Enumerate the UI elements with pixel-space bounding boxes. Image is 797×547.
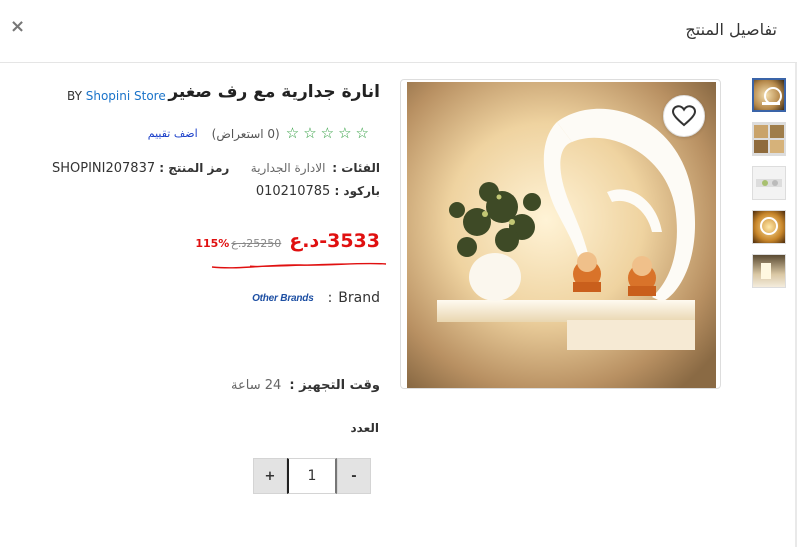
barcode-row: باركود : 010210785	[256, 184, 380, 199]
current-price: 3533-د.ع	[289, 230, 380, 252]
by-label: BY	[67, 89, 82, 103]
brand-logo[interactable]: Other Brands	[252, 293, 314, 304]
thumbnail-room-graphic	[761, 263, 771, 279]
favorite-button[interactable]	[663, 95, 705, 137]
brand-row: Brand : Other Brands	[252, 290, 380, 306]
thumbnail-lamp-graphic	[762, 87, 782, 105]
star-outline-icon[interactable]: ☆	[338, 126, 351, 141]
thumbnail-white-graphic	[756, 179, 782, 187]
quantity-input[interactable]	[287, 458, 337, 494]
preparation-time-label: وقت التجهيز :	[289, 378, 380, 393]
product-details-modal: × تفاصيل المنتج انارة جدارية مع رف صغير …	[0, 0, 797, 547]
categories-label: الفئات :	[332, 161, 380, 175]
thumbnail-glow-graphic	[760, 217, 778, 235]
sku-row: رمز المنتج : SHOPINI207837	[52, 161, 229, 176]
add-review-link[interactable]: اضف تقييم	[148, 127, 198, 140]
categories-row: الفئات : الادارة الجدارية	[251, 161, 380, 175]
sku-value: SHOPINI207837	[52, 161, 156, 176]
quantity-decrease-button[interactable]: -	[337, 458, 371, 494]
heart-outline-icon	[672, 105, 696, 127]
thumbnail-2[interactable]	[752, 122, 786, 156]
star-outline-icon[interactable]: ☆	[286, 126, 299, 141]
thumbnail-list	[752, 78, 788, 298]
preparation-time-row: وقت التجهيز : 24 ساعة	[231, 378, 380, 393]
brand-separator: :	[327, 290, 333, 306]
product-title: انارة جدارية مع رف صغير	[168, 82, 380, 102]
discount-badge: 115%	[195, 237, 230, 250]
thumbnail-4[interactable]	[752, 210, 786, 244]
reviews-count: (0 استعراض)	[211, 126, 280, 141]
quantity-stepper: + -	[253, 458, 371, 494]
barcode-label: باركود :	[334, 184, 380, 198]
thumbnail-3[interactable]	[752, 166, 786, 200]
thumbnail-grid-graphic	[754, 125, 784, 153]
preparation-time-value: 24 ساعة	[231, 378, 282, 393]
barcode-value: 010210785	[255, 184, 331, 199]
close-icon[interactable]: ×	[10, 17, 25, 37]
price-row: 3533-د.ع 25250د.ع 115%	[195, 230, 380, 252]
star-outline-icon[interactable]: ☆	[356, 126, 369, 141]
quantity-label: العدد	[350, 421, 379, 435]
price-underline-scribble	[211, 262, 387, 269]
thumbnail-1[interactable]	[752, 78, 786, 112]
modal-header: × تفاصيل المنتج	[0, 0, 797, 63]
categories-value[interactable]: الادارة الجدارية	[251, 161, 326, 175]
quantity-increase-button[interactable]: +	[253, 458, 287, 494]
brand-label: Brand	[338, 290, 380, 306]
old-price: 25250د.ع	[231, 237, 282, 250]
thumbnail-5[interactable]	[752, 254, 786, 288]
product-title-row: انارة جدارية مع رف صغير	[168, 82, 380, 102]
star-outline-icon[interactable]: ☆	[303, 126, 316, 141]
rating-row: ☆ ☆ ☆ ☆ ☆ (0 استعراض) اضف تقييم	[148, 126, 369, 141]
star-outline-icon[interactable]: ☆	[321, 126, 334, 141]
store-byline: BY Shopini Store	[67, 89, 166, 103]
store-link[interactable]: Shopini Store	[86, 89, 166, 103]
sku-label: رمز المنتج :	[159, 161, 230, 175]
modal-title: تفاصيل المنتج	[685, 20, 777, 39]
